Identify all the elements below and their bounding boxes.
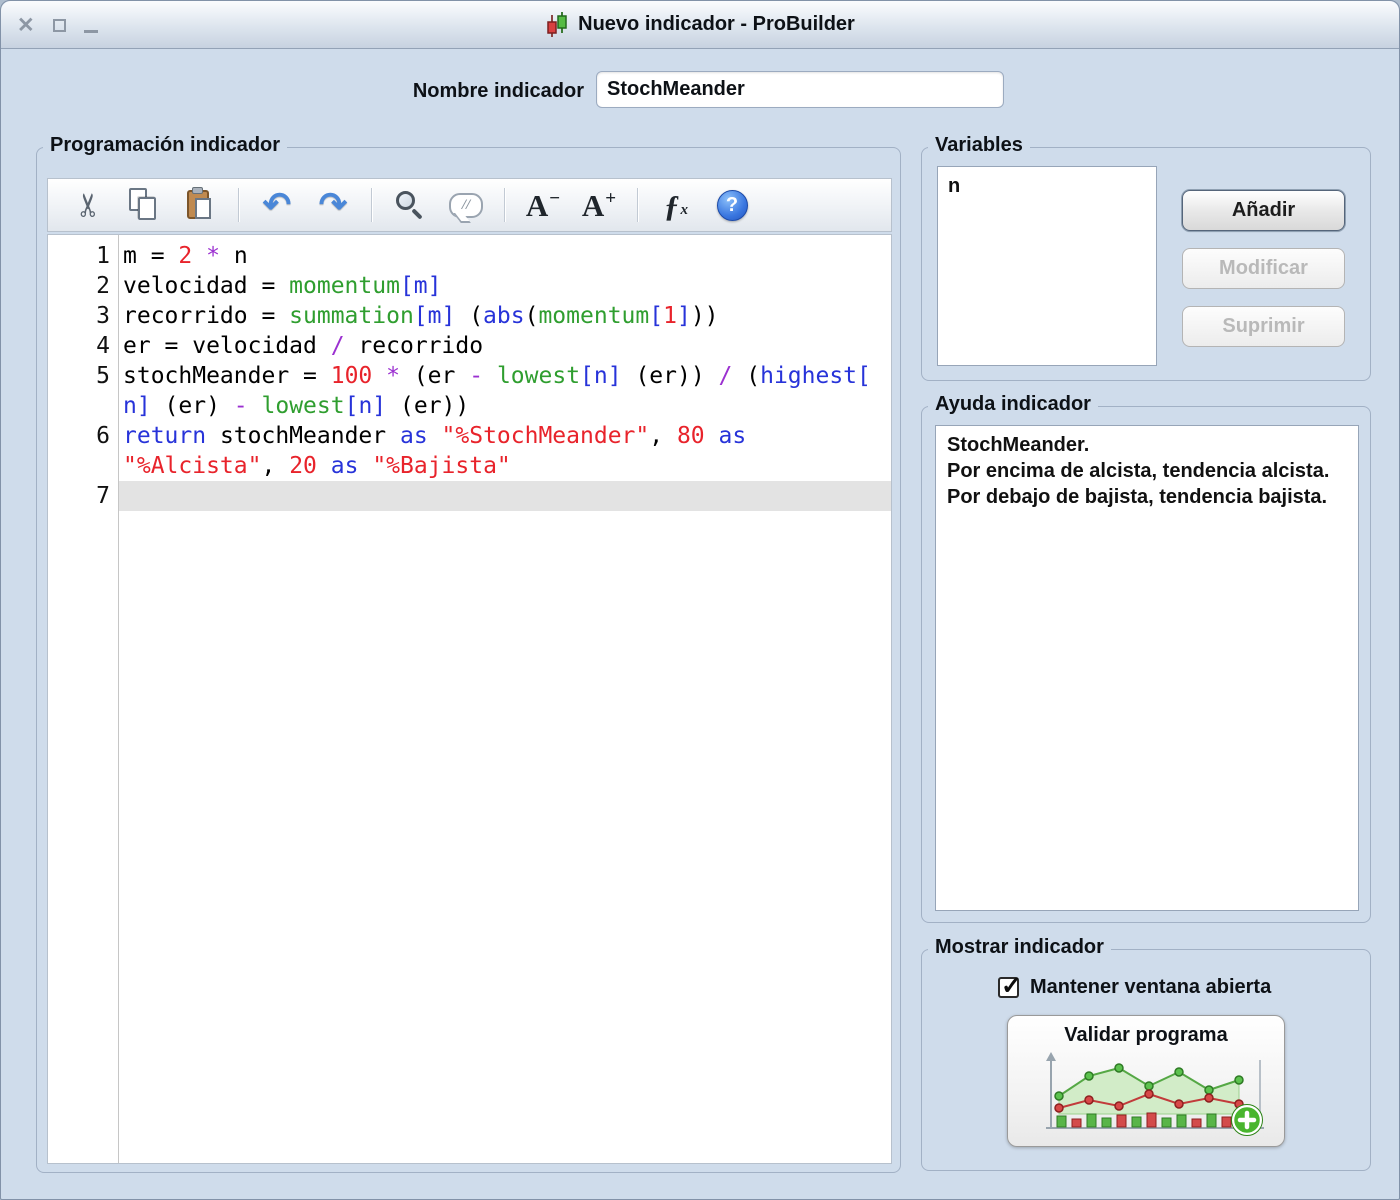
code-row[interactable]: 5stochMeander = 100 * (er - lowest[n] (e… bbox=[48, 361, 891, 391]
indicator-name-label: Nombre indicador bbox=[1, 80, 584, 103]
code-text: n] (er) - lowest[n] (er)) bbox=[118, 391, 891, 421]
toolbar-separator bbox=[371, 188, 372, 222]
code-text: stochMeander = 100 * (er - lowest[n] (er… bbox=[118, 361, 891, 391]
cut-button[interactable]: ✂ bbox=[65, 183, 111, 227]
line-number: 2 bbox=[48, 271, 118, 301]
search-icon bbox=[394, 189, 426, 221]
redo-icon: ↷ bbox=[319, 188, 348, 222]
font-decrease-button[interactable]: A− bbox=[520, 183, 566, 227]
indicator-name-input[interactable] bbox=[596, 71, 1004, 108]
comment-button[interactable]: // bbox=[443, 183, 489, 227]
line-number: 5 bbox=[48, 361, 118, 391]
add-variable-button[interactable]: Añadir bbox=[1182, 190, 1345, 231]
code-row[interactable]: n] (er) - lowest[n] (er)) bbox=[48, 391, 891, 421]
code-row[interactable]: "%Alcista", 20 as "%Bajista" bbox=[48, 451, 891, 481]
undo-icon: ↶ bbox=[263, 188, 292, 222]
code-text: velocidad = momentum[m] bbox=[118, 271, 891, 301]
validate-program-button[interactable]: Validar programa bbox=[1007, 1015, 1285, 1147]
code-row[interactable]: 7 bbox=[48, 481, 891, 511]
line-number: 7 bbox=[48, 481, 118, 511]
paste-icon bbox=[187, 188, 213, 222]
search-button[interactable] bbox=[387, 183, 433, 227]
help-button[interactable]: ? bbox=[709, 183, 755, 227]
close-icon[interactable]: ✕ bbox=[17, 15, 35, 36]
code-row[interactable]: 6return stochMeander as "%StochMeander",… bbox=[48, 421, 891, 451]
code-row[interactable]: 4er = velocidad / recorrido bbox=[48, 331, 891, 361]
probuilder-window: ✕ Nuevo indicador - ProBuilder Nombre in… bbox=[0, 0, 1400, 1200]
code-text: return stochMeander as "%StochMeander", … bbox=[118, 421, 891, 451]
toolbar-separator bbox=[504, 188, 505, 222]
toolbar-separator bbox=[637, 188, 638, 222]
help-textarea[interactable]: StochMeander. Por encima de alcista, ten… bbox=[935, 425, 1359, 911]
code-text bbox=[118, 481, 891, 511]
keep-window-open-row: ✓ Mantener ventana abierta bbox=[998, 976, 1271, 999]
keep-window-open-checkbox[interactable]: ✓ bbox=[998, 977, 1019, 998]
cut-icon: ✂ bbox=[72, 192, 104, 219]
show-indicator-group: Mostrar indicador ✓ Mantener ventana abi… bbox=[921, 949, 1371, 1171]
line-number: 1 bbox=[48, 241, 118, 271]
indicator-help-group-legend: Ayuda indicador bbox=[928, 393, 1098, 416]
font-increase-button[interactable]: A+ bbox=[576, 183, 622, 227]
validate-program-label: Validar programa bbox=[1064, 1024, 1227, 1047]
toolbar-separator bbox=[238, 188, 239, 222]
maximize-icon[interactable] bbox=[53, 19, 66, 32]
undo-button[interactable]: ↶ bbox=[254, 183, 300, 227]
window-title: Nuevo indicador - ProBuilder bbox=[578, 13, 855, 36]
comment-icon: // bbox=[449, 193, 483, 218]
code-text: "%Alcista", 20 as "%Bajista" bbox=[118, 451, 891, 481]
candlestick-icon bbox=[545, 11, 569, 39]
line-number: 6 bbox=[48, 421, 118, 451]
variables-list[interactable]: n bbox=[937, 166, 1157, 366]
code-row[interactable]: 3recorrido = summation[m] (abs(momentum[… bbox=[48, 301, 891, 331]
delete-variable-button[interactable]: Suprimir bbox=[1182, 306, 1345, 347]
indicator-help-group: Ayuda indicador StochMeander. Por encima… bbox=[921, 406, 1371, 923]
modify-variable-button[interactable]: Modificar bbox=[1182, 248, 1345, 289]
paste-button[interactable] bbox=[177, 183, 223, 227]
window-controls: ✕ bbox=[17, 1, 98, 49]
help-icon: ? bbox=[717, 190, 748, 221]
copy-icon bbox=[129, 188, 159, 222]
line-number bbox=[48, 391, 118, 421]
keep-window-open-label: Mantener ventana abierta bbox=[1030, 976, 1271, 999]
show-indicator-group-legend: Mostrar indicador bbox=[928, 936, 1111, 959]
editor-toolbar: ✂ ↶ ↷ // A− A+ ƒx? bbox=[47, 178, 892, 232]
line-number: 3 bbox=[48, 301, 118, 331]
line-number bbox=[48, 451, 118, 481]
function-icon: ƒx bbox=[664, 190, 688, 221]
copy-button[interactable] bbox=[121, 183, 167, 227]
line-number: 4 bbox=[48, 331, 118, 361]
programming-group-legend: Programación indicador bbox=[43, 134, 287, 157]
checkmark-icon: ✓ bbox=[1001, 971, 1022, 1001]
validation-chart-graphic bbox=[1021, 1048, 1271, 1140]
code-editor[interactable]: 1m = 2 * n2velocidad = momentum[m]3recor… bbox=[47, 234, 892, 1164]
variables-group-legend: Variables bbox=[928, 134, 1030, 157]
redo-button[interactable]: ↷ bbox=[310, 183, 356, 227]
minimize-icon[interactable] bbox=[84, 30, 98, 33]
font-decrease-icon: A− bbox=[526, 190, 560, 221]
code-text: recorrido = summation[m] (abs(momentum[1… bbox=[118, 301, 891, 331]
variable-item[interactable]: n bbox=[948, 175, 1146, 198]
code-text: m = 2 * n bbox=[118, 241, 891, 271]
code-row[interactable]: 1m = 2 * n bbox=[48, 241, 891, 271]
code-text: er = velocidad / recorrido bbox=[118, 331, 891, 361]
function-button[interactable]: ƒx bbox=[653, 183, 699, 227]
programming-group: Programación indicador ✂↶↷//A−A+ƒx? 1m =… bbox=[36, 147, 901, 1173]
variables-group: Variables n Añadir Modificar Suprimir bbox=[921, 147, 1371, 381]
window-titlebar: ✕ Nuevo indicador - ProBuilder bbox=[1, 1, 1399, 49]
code-row[interactable]: 2velocidad = momentum[m] bbox=[48, 271, 891, 301]
font-increase-icon: A+ bbox=[582, 190, 616, 221]
